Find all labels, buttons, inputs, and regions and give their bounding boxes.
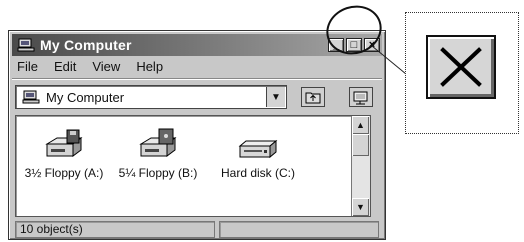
zoom-callout-panel	[405, 12, 519, 134]
drive-label: Hard disk (C:)	[220, 166, 295, 180]
computer-icon	[16, 37, 36, 53]
menu-file[interactable]: File	[15, 59, 40, 77]
status-pane-secondary	[219, 221, 379, 238]
close-icon	[440, 47, 482, 87]
drive-item-c[interactable]: Hard disk (C:)	[210, 124, 306, 180]
drive-item-b[interactable]: 5¼ Floppy (B:)	[110, 124, 206, 180]
floppy-drive-icon	[16, 124, 112, 160]
up-folder-button[interactable]	[301, 87, 325, 107]
map-drive-button[interactable]	[349, 87, 373, 107]
address-value: My Computer	[46, 89, 125, 105]
window-title: My Computer	[40, 37, 132, 53]
vertical-scrollbar[interactable]: ▲ ▼	[351, 116, 370, 216]
scroll-thumb[interactable]	[352, 134, 369, 156]
toolbar: My Computer ▼	[15, 85, 379, 111]
callout-line	[371, 45, 407, 75]
menu-edit[interactable]: Edit	[52, 59, 78, 77]
scroll-down-button[interactable]: ▼	[352, 198, 369, 216]
network-drive-icon	[353, 91, 368, 105]
status-object-count: 10 object(s)	[15, 221, 215, 238]
address-combo[interactable]: My Computer ▼	[15, 85, 287, 109]
explorer-window: My Computer _ □ × File Edit View Help My…	[8, 30, 386, 240]
menu-help[interactable]: Help	[134, 59, 165, 77]
menu-view[interactable]: View	[90, 59, 122, 77]
close-button-enlarged	[426, 35, 496, 99]
scroll-up-button[interactable]: ▲	[352, 116, 369, 134]
dropdown-arrow-icon[interactable]: ▼	[266, 87, 285, 107]
drive-label: 3½ Floppy (A:)	[24, 166, 104, 180]
drive-label: 5¼ Floppy (B:)	[118, 166, 198, 180]
computer-icon	[20, 89, 42, 105]
up-folder-icon	[305, 92, 321, 104]
menu-bar: File Edit View Help	[15, 59, 165, 77]
menu-separator	[12, 78, 382, 80]
floppy-drive-icon	[110, 124, 206, 160]
drive-item-a[interactable]: 3½ Floppy (A:)	[16, 124, 112, 180]
hard-disk-icon	[210, 124, 306, 160]
file-list: 3½ Floppy (A:) 5¼ Floppy (B:) Hard disk …	[15, 115, 371, 217]
status-bar: 10 object(s)	[15, 221, 379, 238]
